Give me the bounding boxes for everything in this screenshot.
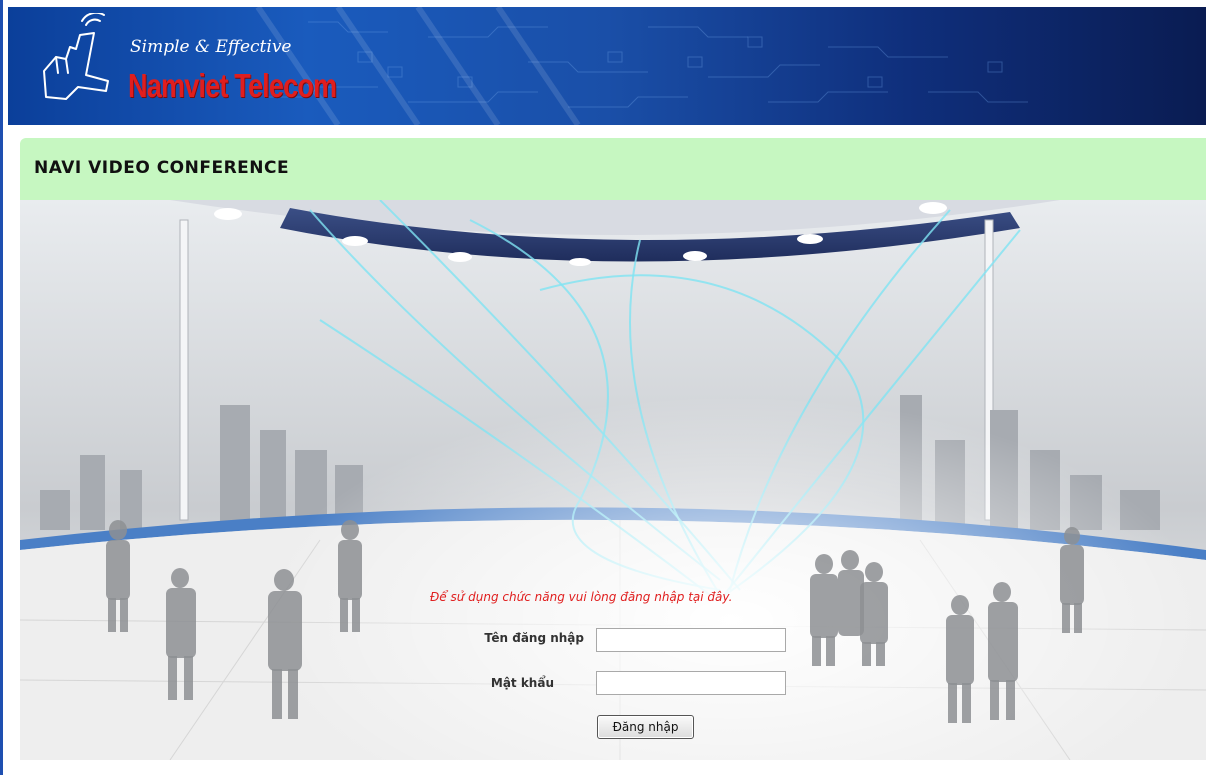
header-slogan: Simple & Effective <box>130 37 292 57</box>
login-button[interactable]: Đăng nhập <box>597 715 694 739</box>
username-label: Tên đăng nhập <box>484 631 584 645</box>
password-label: Mật khẩu <box>490 676 554 690</box>
header-banner: Simple & Effective Namviet Telecom <box>8 7 1206 125</box>
username-input[interactable] <box>596 628 786 652</box>
page-title: NAVI VIDEO CONFERENCE <box>34 158 290 178</box>
login-instruction-message: Để sử dụng chức năng vui lòng đăng nhập … <box>430 590 733 604</box>
page-left-border <box>0 0 3 775</box>
title-bar: NAVI VIDEO CONFERENCE <box>20 138 1206 200</box>
header-circuit-pattern <box>255 7 1028 125</box>
brand-logo-text: Namviet Telecom <box>128 67 337 104</box>
password-input[interactable] <box>596 671 786 695</box>
hand-pointer-logo-icon <box>43 13 109 100</box>
